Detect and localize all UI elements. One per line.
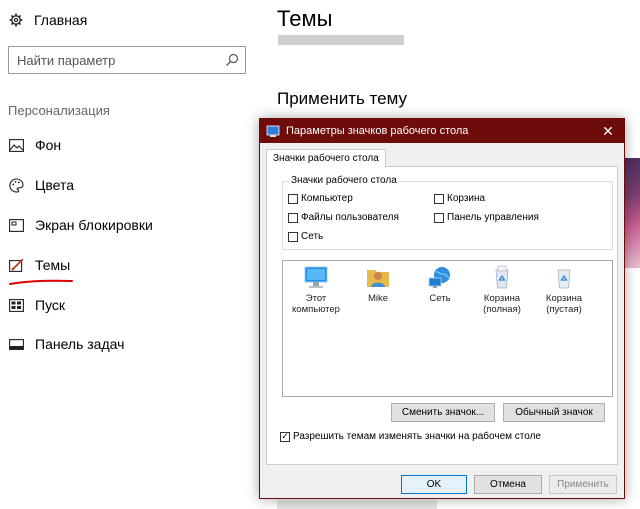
- sidebar-item-background[interactable]: Фон: [8, 134, 61, 156]
- palette-icon: [8, 177, 24, 193]
- home-label: Главная: [34, 12, 88, 28]
- recycle-bin-empty-icon: [557, 269, 571, 289]
- checkbox-box[interactable]: [434, 212, 444, 223]
- icon-item-network[interactable]: Сеть: [409, 263, 471, 304]
- dialog-title: Параметры значков рабочего стола: [286, 125, 469, 137]
- checkbox-label: Сеть: [301, 231, 324, 242]
- icon-item-recycle-bin-full[interactable]: Корзина (полная): [471, 263, 533, 315]
- checkbox-box[interactable]: [288, 193, 298, 204]
- sidebar-item-colors[interactable]: Цвета: [8, 174, 74, 196]
- themes-brush-icon: [8, 257, 24, 273]
- user-folder-icon: [367, 270, 389, 287]
- theme-thumbnail-caption-area: [624, 268, 640, 328]
- dialog-title-bar[interactable]: Параметры значков рабочего стола ✕: [260, 119, 624, 143]
- apply-button[interactable]: Применить: [549, 475, 617, 494]
- apply-theme-heading: Применить тему: [277, 89, 407, 108]
- groupbox-legend: Значки рабочего стола: [289, 175, 399, 186]
- desktop-settings-app-icon: [266, 125, 280, 137]
- sidebar-item-label: Экран блокировки: [35, 217, 153, 233]
- checkbox-box[interactable]: [288, 212, 298, 223]
- sidebar-item-themes[interactable]: Темы: [8, 254, 70, 276]
- scrolled-content-strip-bottom: [277, 500, 437, 509]
- desktop-icon-list[interactable]: Этот компьютер Mike Сеть Корзина (полная…: [282, 260, 613, 397]
- close-icon[interactable]: ✕: [600, 123, 616, 139]
- sidebar-item-label: Цвета: [35, 177, 74, 193]
- sidebar-item-taskbar[interactable]: Панель задач: [8, 333, 124, 355]
- settings-sidebar: Главная Персонализация Фон Цвета Экран б…: [0, 0, 262, 509]
- section-title: Персонализация: [8, 103, 110, 118]
- sidebar-item-label: Панель задач: [35, 336, 125, 352]
- search-box[interactable]: [8, 46, 246, 74]
- allow-themes-checkbox[interactable]: ✓ Разрешить темам изменять значки на раб…: [280, 431, 541, 442]
- monitor-icon: [304, 266, 328, 288]
- icon-label: Этот компьютер: [292, 293, 340, 315]
- theme-thumbnail[interactable]: [624, 158, 640, 268]
- icon-label: Сеть: [429, 293, 451, 304]
- checkbox-box[interactable]: [288, 231, 298, 242]
- lock-screen-icon: [8, 217, 24, 233]
- desktop-icons-groupbox: Значки рабочего стола Компьютер Корзина …: [282, 175, 613, 250]
- sidebar-item-label: Темы: [35, 257, 71, 273]
- icon-item-this-pc[interactable]: Этот компьютер: [285, 263, 347, 315]
- checkbox-network[interactable]: Сеть: [288, 231, 323, 242]
- checkbox-control-panel[interactable]: Панель управления: [434, 212, 539, 223]
- change-icon-button[interactable]: Сменить значок...: [391, 403, 495, 422]
- scrolled-content-strip: [278, 35, 404, 45]
- checkbox-computer[interactable]: Компьютер: [288, 193, 353, 204]
- gear-icon: [8, 12, 24, 28]
- desktop-icon-settings-dialog: Параметры значков рабочего стола ✕ Значк…: [259, 118, 625, 499]
- picture-icon: [8, 137, 24, 153]
- recycle-bin-full-icon: [495, 265, 509, 289]
- checkbox-recycle-bin[interactable]: Корзина: [434, 193, 485, 204]
- taskbar-icon: [8, 336, 24, 352]
- checkbox-label: Разрешить темам изменять значки на рабоч…: [293, 431, 541, 442]
- icon-label: Mike: [367, 293, 389, 304]
- default-icon-button[interactable]: Обычный значок: [503, 403, 605, 422]
- icon-label: Корзина (пустая): [545, 293, 583, 315]
- search-icon[interactable]: [225, 53, 239, 67]
- sidebar-item-label: Фон: [35, 137, 62, 153]
- search-input[interactable]: [17, 52, 217, 68]
- icon-item-user-folder[interactable]: Mike: [347, 263, 409, 304]
- tab-panel: Значки рабочего стола Компьютер Корзина …: [266, 166, 618, 465]
- sidebar-item-label: Пуск: [35, 297, 66, 313]
- checkbox-label: Компьютер: [301, 193, 353, 204]
- home-nav-item[interactable]: Главная: [8, 10, 87, 30]
- checkbox-user-files[interactable]: Файлы пользователя: [288, 212, 399, 223]
- page-title: Темы: [277, 6, 333, 31]
- checkbox-box-checked[interactable]: ✓: [280, 431, 290, 442]
- tab-desktop-icons[interactable]: Значки рабочего стола: [266, 149, 386, 167]
- checkbox-label: Корзина: [447, 193, 486, 204]
- icon-item-recycle-bin-empty[interactable]: Корзина (пустая): [533, 263, 595, 315]
- ok-button[interactable]: OK: [401, 475, 467, 494]
- start-icon: [8, 297, 24, 313]
- cancel-button[interactable]: Отмена: [474, 475, 542, 494]
- checkbox-label: Панель управления: [447, 212, 539, 223]
- checkbox-box[interactable]: [434, 193, 444, 204]
- red-annotation-underline: [9, 279, 73, 285]
- checkbox-label: Файлы пользователя: [301, 212, 399, 223]
- sidebar-item-lock-screen[interactable]: Экран блокировки: [8, 214, 153, 236]
- sidebar-item-start[interactable]: Пуск: [8, 294, 65, 316]
- icon-label: Корзина (полная): [483, 293, 521, 315]
- network-icon: [428, 267, 450, 288]
